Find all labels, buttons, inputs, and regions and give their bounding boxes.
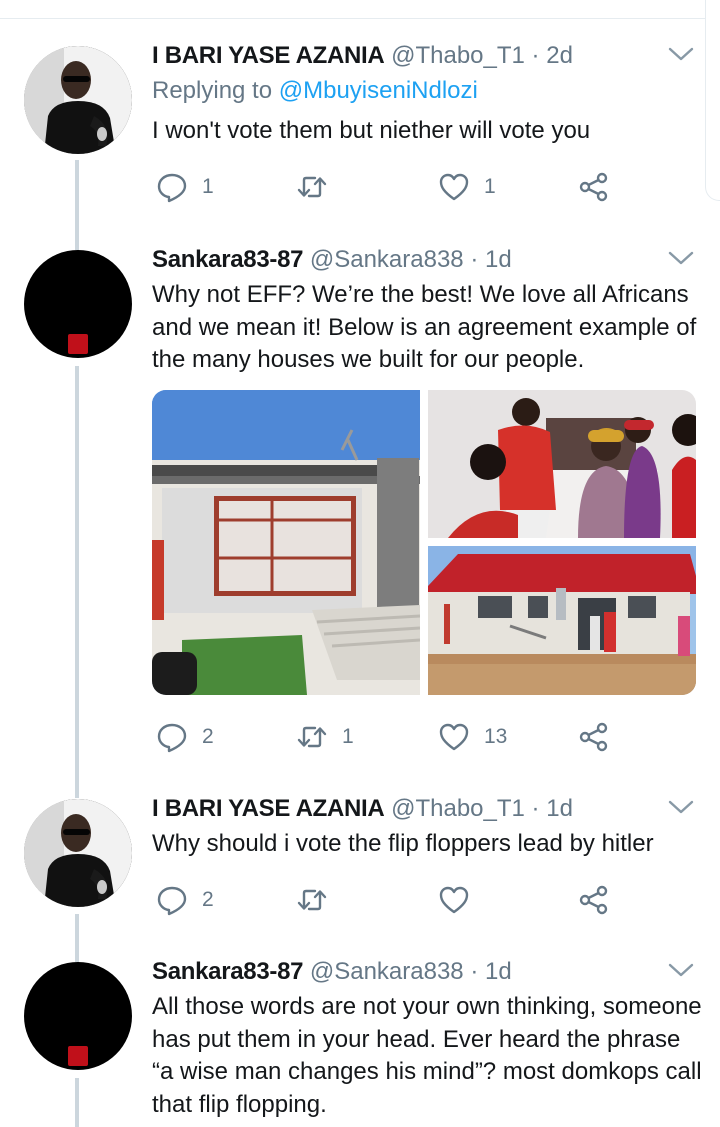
top-divider	[0, 18, 706, 19]
overlay-edge	[705, 0, 720, 201]
reply-button[interactable]: 2	[156, 717, 214, 757]
chevron-down-icon[interactable]	[666, 797, 696, 817]
heart-icon	[439, 173, 469, 201]
timestamp[interactable]: 2d	[546, 42, 573, 69]
avatar[interactable]	[24, 46, 132, 154]
thread-line	[75, 366, 79, 798]
photo-bedroom[interactable]	[428, 390, 696, 538]
flag-badge	[68, 334, 88, 354]
reply-count: 1	[202, 175, 214, 198]
reply-icon	[157, 723, 187, 753]
share-button[interactable]	[578, 167, 610, 207]
chevron-down-icon[interactable]	[666, 960, 696, 980]
tweet-actions: 1 1	[152, 167, 622, 207]
reply-icon	[157, 173, 187, 203]
display-name[interactable]: I BARI YASE AZANIA	[152, 42, 385, 69]
user-handle[interactable]: @Sankara838	[310, 246, 464, 273]
user-handle[interactable]: @Sankara838	[310, 958, 464, 985]
share-icon	[579, 885, 608, 915]
tweet-header: Sankara83-87 @Sankara838 · 1d	[152, 956, 512, 988]
thread-line	[75, 160, 79, 250]
avatar[interactable]	[24, 250, 132, 358]
reply-icon	[157, 886, 187, 916]
like-count: 13	[484, 725, 508, 748]
timestamp[interactable]: 1d	[485, 958, 512, 985]
photo-house-side[interactable]	[428, 546, 696, 695]
tweet-header: Sankara83-87 @Sankara838 · 1d	[152, 244, 512, 276]
mention-link[interactable]: @MbuyiseniNdlozi	[279, 77, 478, 104]
flag-badge	[68, 1046, 88, 1066]
tweet-text: Why should i vote the flip floppers lead…	[152, 830, 654, 857]
tweet-actions: 2 1 13	[152, 717, 622, 757]
timestamp[interactable]: 1d	[485, 246, 512, 273]
separator: ·	[531, 795, 540, 822]
reply-button[interactable]: 1	[156, 167, 214, 207]
thread-line	[75, 1078, 79, 1127]
photo-house-front[interactable]	[152, 390, 420, 695]
retweet-button[interactable]: 1	[296, 717, 354, 757]
share-button[interactable]	[578, 717, 610, 757]
retweet-icon	[297, 176, 327, 198]
retweet-count: 1	[342, 725, 354, 748]
tweet-actions: 2	[152, 880, 622, 920]
share-icon	[579, 172, 608, 202]
user-handle[interactable]: @Thabo_T1	[391, 795, 525, 822]
like-button[interactable]	[438, 880, 470, 920]
tweet-text: I won't vote them but niether will vote …	[152, 117, 591, 144]
retweet-button[interactable]	[296, 880, 328, 920]
like-button[interactable]: 1	[438, 167, 496, 207]
tweet-media[interactable]	[152, 390, 696, 695]
timestamp[interactable]: 1d	[546, 795, 573, 822]
like-count: 1	[484, 175, 496, 198]
separator: ·	[470, 246, 479, 273]
share-button[interactable]	[578, 880, 610, 920]
tweet-text: Why not EFF? We’re the best! We love all…	[152, 281, 697, 373]
display-name[interactable]: I BARI YASE AZANIA	[152, 795, 385, 822]
chevron-down-icon[interactable]	[666, 248, 696, 268]
like-button[interactable]: 13	[438, 717, 507, 757]
display-name[interactable]: Sankara83-87	[152, 958, 303, 985]
retweet-button[interactable]	[296, 167, 342, 207]
heart-icon	[439, 723, 469, 751]
separator: ·	[470, 958, 479, 985]
avatar[interactable]	[24, 962, 132, 1070]
display-name[interactable]: Sankara83-87	[152, 246, 303, 273]
reply-count: 2	[202, 725, 214, 748]
tweet-header: I BARI YASE AZANIA @Thabo_T1 · 2d	[152, 40, 573, 72]
tweet-text: All those words are not your own thinkin…	[152, 993, 702, 1118]
replying-to-label: Replying to	[152, 77, 273, 104]
reply-count: 2	[202, 888, 214, 911]
retweet-icon	[297, 889, 327, 911]
tweet-header: I BARI YASE AZANIA @Thabo_T1 · 1d	[152, 793, 573, 825]
retweet-icon	[297, 726, 327, 748]
heart-icon	[439, 886, 469, 914]
chevron-down-icon[interactable]	[666, 44, 696, 64]
thread-line	[75, 914, 79, 962]
separator: ·	[531, 42, 540, 69]
share-icon	[579, 722, 608, 752]
user-handle[interactable]: @Thabo_T1	[391, 42, 525, 69]
reply-button[interactable]: 2	[156, 880, 214, 920]
replying-to: Replying to @MbuyiseniNdlozi	[152, 75, 478, 107]
avatar[interactable]	[24, 799, 132, 907]
